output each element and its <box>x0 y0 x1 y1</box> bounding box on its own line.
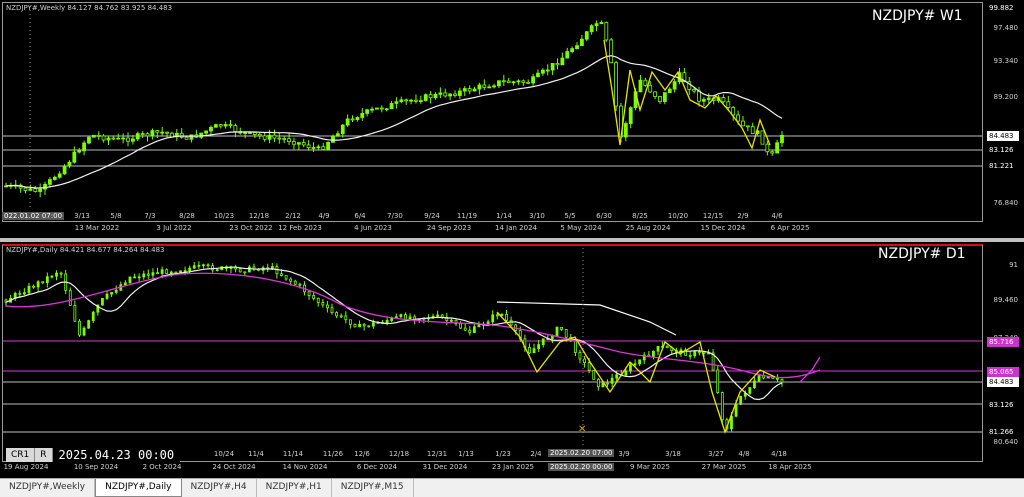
date-axis-label-long: 10 Sep 2024 <box>73 463 119 471</box>
date-axis-label: 4/8 <box>738 450 750 458</box>
date-axis-label: 12/6 <box>354 450 370 458</box>
date-axis-label-long: 24 Sep 2023 <box>426 224 472 232</box>
date-axis-label-long: 3 Jul 2022 <box>156 224 192 232</box>
date-axis-label-long: 27 Mar 2025 <box>701 463 747 471</box>
daily-chart-window[interactable]: ✕ NZDJPY#,Daily 84.421 84.677 84.264 84.… <box>0 242 1024 478</box>
date-axis-label: 5/8 <box>110 212 122 220</box>
date-axis-label: 8/28 <box>179 212 195 220</box>
weekly-chart-window[interactable]: NZDJPY#,Weekly 84.127 84.762 83.925 84.4… <box>0 0 1024 238</box>
price-tag: 99.882 <box>987 3 1019 13</box>
date-axis-label: 1/13 <box>458 450 474 458</box>
date-axis-label: 8/25 <box>632 212 648 220</box>
date-axis-label: 3/27 <box>708 450 724 458</box>
date-axis-label: 4/9 <box>318 212 330 220</box>
date-axis-label-long: 2 Oct 2024 <box>142 463 182 471</box>
r-label[interactable]: R <box>35 448 53 462</box>
tab-daily[interactable]: NZDJPY#,Daily <box>95 479 182 497</box>
date-axis-label: 3/10 <box>529 212 545 220</box>
tab-h1[interactable]: NZDJPY#,H1 <box>257 479 332 497</box>
date-axis-label-long: 4 Jun 2023 <box>354 224 392 232</box>
weekly-start-date-box: 022.01.02 07:00 <box>2 212 65 220</box>
date-axis-label: 7/30 <box>387 212 403 220</box>
crosshair-date-bottom: 2025.02.20 00:00 <box>548 463 615 471</box>
date-axis-label: 10/23 <box>213 212 235 220</box>
weekly-symbol-label: NZDJPY# W1 <box>872 8 963 24</box>
chart-tabs-bar: NZDJPY#,Weekly NZDJPY#,Daily NZDJPY#,H4 … <box>0 478 1024 497</box>
tab-weekly[interactable]: NZDJPY#,Weekly <box>0 479 96 497</box>
date-axis-label: 10/24 <box>213 450 235 458</box>
date-axis-label-long: 19 Aug 2024 <box>3 463 49 471</box>
price-axis-label: 91 <box>1009 261 1018 269</box>
date-axis-label-long: 14 Nov 2024 <box>282 463 328 471</box>
date-axis-label-long: 5 May 2024 <box>560 224 602 232</box>
date-axis-label: 12/18 <box>388 450 410 458</box>
price-tag: 85.716 <box>987 337 1019 347</box>
weekly-ohlc-info: NZDJPY#,Weekly 84.127 84.762 83.925 84.4… <box>6 4 173 12</box>
date-axis-label-long: 24 Oct 2024 <box>212 463 256 471</box>
crosshair-date-top: 2025.02.20 07:00 <box>548 449 615 457</box>
price-tag: 81.266 <box>987 427 1019 437</box>
crosshair-readout: CR1 R 2025.04.23 00:00 <box>6 448 181 462</box>
date-axis-label: 12/18 <box>248 212 270 220</box>
daily-symbol-label: NZDJPY# D1 <box>878 246 966 262</box>
date-axis-label: 12/31 <box>426 450 448 458</box>
date-axis-label: 3/13 <box>74 212 90 220</box>
price-tag: 84.483 <box>987 377 1019 387</box>
price-tag: 85.065 <box>987 367 1019 377</box>
date-axis-label-long: 9 Mar 2025 <box>630 463 670 471</box>
date-axis-label: 11/14 <box>282 450 304 458</box>
cr-label[interactable]: CR1 <box>6 448 36 462</box>
price-tag: 83.126 <box>987 400 1019 410</box>
date-axis-label: 10/20 <box>667 212 689 220</box>
price-axis-label: 76.840 <box>993 199 1019 207</box>
date-axis-label: 6/30 <box>596 212 612 220</box>
date-axis-label: 4/6 <box>771 212 783 220</box>
date-axis-label-long: 23 Jan 2025 <box>492 463 534 471</box>
price-axis-label: 97.480 <box>993 24 1019 32</box>
date-axis-label: 11/19 <box>456 212 478 220</box>
date-axis-label-long: 18 Apr 2025 <box>768 463 812 471</box>
price-axis-label: 89.200 <box>993 93 1019 101</box>
date-axis-label: 12/15 <box>702 212 724 220</box>
date-axis-label: 4/18 <box>771 450 787 458</box>
date-axis-label: 2/9 <box>737 212 749 220</box>
price-tag: 83.126 <box>987 145 1019 155</box>
date-axis-label-long: 31 Dec 2024 <box>422 463 468 471</box>
tab-h4[interactable]: NZDJPY#,H4 <box>182 479 257 497</box>
price-axis-label: 89.460 <box>993 296 1019 304</box>
date-axis-label-long: 6 Apr 2025 <box>770 224 810 232</box>
daily-plot-frame <box>2 244 983 462</box>
cr-time: 2025.04.23 00:00 <box>52 448 181 462</box>
weekly-plot-frame <box>2 2 983 222</box>
date-axis-label-long: 23 Oct 2022 <box>229 224 273 232</box>
date-axis-label: 11/26 <box>322 450 344 458</box>
date-axis-label-long: 25 Aug 2024 <box>625 224 671 232</box>
date-axis-label: 9/24 <box>424 212 440 220</box>
date-axis-label: 2/4 <box>530 450 542 458</box>
price-tag: 84.483 <box>987 131 1019 141</box>
price-axis-label: 93.340 <box>993 57 1019 65</box>
date-axis-label-long: 12 Feb 2023 <box>278 224 322 232</box>
date-axis-label-long: 6 Dec 2024 <box>356 463 398 471</box>
date-axis-label: 3/9 <box>618 450 630 458</box>
date-axis-label-long: 14 Jan 2024 <box>495 224 537 232</box>
date-axis-label: 5/5 <box>564 212 576 220</box>
daily-ohlc-info: NZDJPY#,Daily 84.421 84.677 84.264 84.48… <box>6 246 165 254</box>
date-axis-label: 2/12 <box>285 212 301 220</box>
date-axis-label-long: 15 Dec 2024 <box>700 224 746 232</box>
date-axis-label-long: 13 Mar 2022 <box>74 224 120 232</box>
tab-m15[interactable]: NZDJPY#,M15 <box>332 479 414 497</box>
date-axis-label: 7/3 <box>144 212 156 220</box>
date-axis-label: 3/18 <box>665 450 681 458</box>
price-tag: 81.221 <box>987 161 1019 171</box>
date-axis-label: 1/23 <box>495 450 511 458</box>
price-axis-label: 80.640 <box>993 438 1019 446</box>
date-axis-label: 11/4 <box>248 450 264 458</box>
date-axis-label: 1/14 <box>496 212 512 220</box>
date-axis-label: 6/4 <box>354 212 366 220</box>
